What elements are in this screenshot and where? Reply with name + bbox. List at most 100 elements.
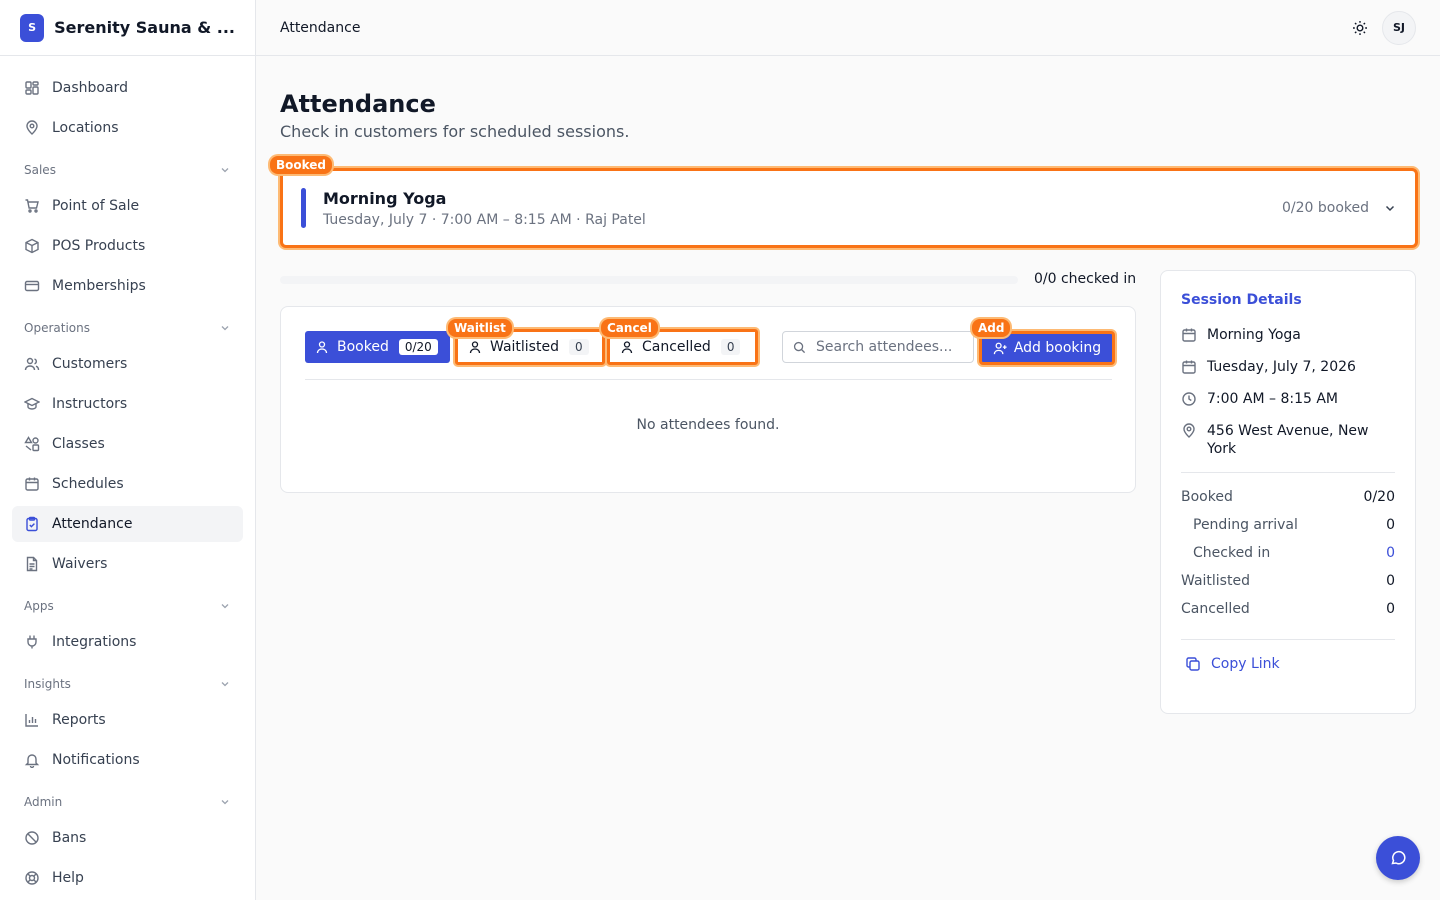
file-text-icon (26, 556, 38, 572)
chevron-down-icon[interactable] (1383, 201, 1397, 215)
section-title: Sales (24, 163, 56, 177)
divider (1181, 639, 1395, 640)
sidebar-item-label: Instructors (52, 396, 128, 412)
sidebar-item-waivers[interactable]: Waivers (12, 546, 243, 582)
search-icon (793, 341, 806, 353)
session-subtitle: Tuesday, July 7 · 7:00 AM – 8:15 AM · Ra… (323, 211, 646, 228)
sidebar-item-integrations[interactable]: Integrations (12, 624, 243, 660)
cancel-highlight-tag: Cancel (601, 319, 658, 337)
sidebar-item-attendance[interactable]: Attendance (12, 506, 243, 542)
topbar-actions: SJ (1344, 10, 1416, 45)
sidebar-item-label: Customers (52, 356, 128, 372)
sidebar-item-label: Dashboard (52, 80, 128, 96)
sidebar-item-bans[interactable]: Bans (12, 820, 243, 856)
topbar: Attendance SJ (256, 0, 1440, 56)
brand[interactable]: S Serenity Sauna & ... (0, 0, 255, 56)
sidebar-item-label: POS Products (52, 238, 146, 254)
detail-location: 456 West Avenue, New York (1181, 422, 1395, 458)
copy-link-button[interactable]: Copy Link (1181, 656, 1395, 672)
dashboard-icon (25, 81, 39, 95)
stat-label: Checked in (1193, 545, 1271, 561)
sidebar-item-label: Help (52, 870, 84, 886)
sidebar-item-notifications[interactable]: Notifications (12, 742, 243, 778)
user-icon (316, 341, 328, 354)
page-title: Attendance (280, 90, 436, 118)
sidebar: S Serenity Sauna & ... Dashboard Locatio… (0, 0, 256, 900)
bell-icon (24, 754, 40, 768)
session-details-panel: Session Details Morning Yoga Tuesday, Ju… (1160, 270, 1416, 714)
credit-card-icon (24, 280, 40, 292)
section-admin[interactable]: Admin (12, 784, 243, 820)
section-title: Admin (24, 795, 63, 809)
stat-value: 0 (1386, 545, 1395, 561)
tab-label: Booked (337, 339, 389, 355)
sidebar-item-label: Attendance (52, 516, 133, 532)
copy-icon (1186, 657, 1200, 671)
section-sales[interactable]: Sales (12, 152, 243, 188)
session-accent-bar (301, 188, 306, 228)
sidebar-item-instructors[interactable]: Instructors (12, 386, 243, 422)
sidebar-item-label: Locations (52, 120, 119, 136)
ban-icon (25, 831, 39, 845)
message-circle-icon (1391, 850, 1406, 865)
sidebar-item-schedules[interactable]: Schedules (12, 466, 243, 502)
sidebar-item-label: Bans (52, 830, 87, 846)
section-title: Operations (24, 321, 90, 335)
sidebar-item-help[interactable]: Help (12, 860, 243, 896)
stat-value: 0/20 (1363, 489, 1395, 505)
theme-toggle-button[interactable] (1344, 12, 1376, 44)
users-icon (24, 357, 40, 371)
section-title: Apps (24, 599, 54, 613)
package-icon (25, 238, 39, 254)
calendar-icon (1182, 328, 1196, 342)
map-pin-icon (26, 120, 38, 135)
sidebar-item-classes[interactable]: Classes (12, 426, 243, 462)
user-plus-icon (993, 342, 1007, 354)
stat-label: Booked (1181, 489, 1233, 505)
search-input[interactable] (816, 339, 966, 355)
search-box (782, 331, 974, 363)
sidebar-item-label: Classes (52, 436, 105, 452)
chat-button[interactable] (1376, 836, 1420, 880)
sidebar-item-label: Notifications (52, 752, 140, 768)
session-summary: 0/20 booked (1282, 200, 1397, 216)
sidebar-item-memberships[interactable]: Memberships (12, 268, 243, 304)
detail-time: 7:00 AM – 8:15 AM (1181, 390, 1395, 408)
sidebar-nav: Dashboard Locations Sales Point of Sale … (0, 56, 255, 896)
section-insights[interactable]: Insights (12, 666, 243, 702)
section-title: Insights (24, 677, 71, 691)
sidebar-item-label: Point of Sale (52, 198, 140, 214)
chevron-down-icon (221, 168, 229, 173)
sidebar-item-point-of-sale[interactable]: Point of Sale (12, 188, 243, 224)
detail-location-value: 456 West Avenue, New York (1207, 423, 1369, 457)
checkin-progress-bar (280, 276, 1018, 284)
session-highlight-tag: Booked (270, 156, 333, 174)
sidebar-item-label: Memberships (52, 278, 146, 294)
sidebar-item-reports[interactable]: Reports (12, 702, 243, 738)
brand-logo: S (20, 13, 45, 42)
sidebar-item-pos-products[interactable]: POS Products (12, 228, 243, 264)
section-apps[interactable]: Apps (12, 588, 243, 624)
detail-date: Tuesday, July 7, 2026 (1181, 358, 1395, 376)
tab-count: 0/20 (398, 339, 438, 355)
tab-booked[interactable]: Booked 0/20 (305, 331, 450, 363)
sidebar-item-locations[interactable]: Locations (12, 110, 243, 146)
life-buoy-icon (25, 871, 39, 885)
stat-waitlisted: Waitlisted 0 (1181, 573, 1395, 601)
calendar-icon (1182, 360, 1196, 374)
chevron-down-icon (221, 682, 229, 687)
details-title: Session Details (1181, 292, 1302, 308)
sidebar-item-customers[interactable]: Customers (12, 346, 243, 382)
stat-label: Cancelled (1181, 601, 1250, 617)
detail-class: Morning Yoga (1181, 326, 1395, 344)
tab-label: Waitlisted (490, 339, 559, 355)
section-operations[interactable]: Operations (12, 310, 243, 346)
sidebar-item-dashboard[interactable]: Dashboard (12, 70, 243, 106)
avatar[interactable]: SJ (1382, 10, 1416, 45)
session-selector[interactable]: Morning Yoga Tuesday, July 7 · 7:00 AM –… (280, 168, 1418, 248)
calendar-icon (25, 477, 39, 491)
add-highlight-tag: Add (972, 319, 1011, 337)
plug-icon (27, 635, 37, 649)
breadcrumb: Attendance (280, 19, 361, 36)
clock-icon (1182, 392, 1196, 406)
